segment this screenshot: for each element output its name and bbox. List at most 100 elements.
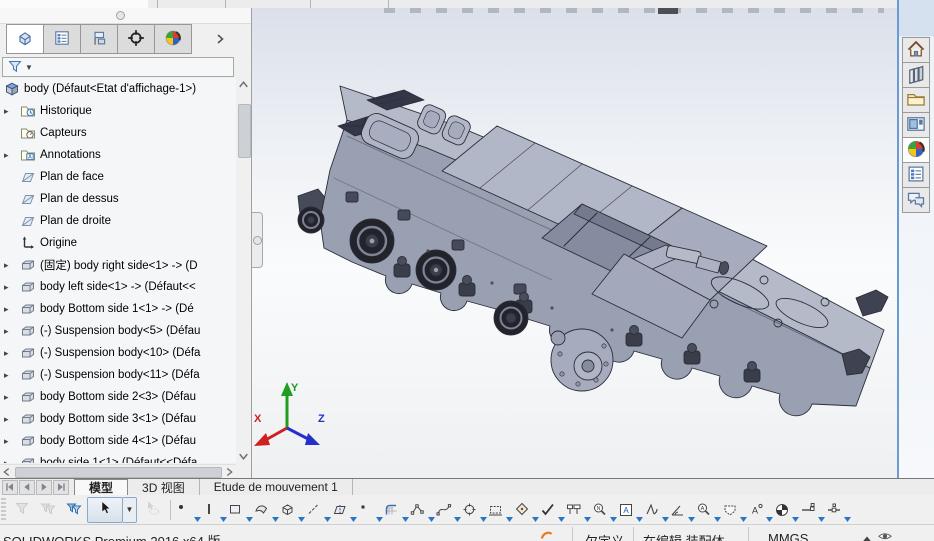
datum-target-button[interactable]: [722, 497, 748, 523]
expander-icon[interactable]: ▸: [4, 370, 14, 380]
lasso-select-button[interactable]: [139, 497, 165, 523]
tree-vertical-scrollbar[interactable]: [236, 78, 251, 463]
expander-icon[interactable]: ▸: [4, 326, 14, 336]
polyline-button[interactable]: [410, 497, 436, 523]
corner-rectangle-button[interactable]: [228, 497, 254, 523]
expander-icon[interactable]: ▸: [4, 392, 14, 402]
sketch-fillet-button[interactable]: [384, 497, 410, 523]
point-button[interactable]: [176, 497, 202, 523]
note-button[interactable]: A: [618, 497, 644, 523]
sketch-check-button[interactable]: [540, 497, 566, 523]
filter-faces-button[interactable]: [35, 497, 61, 523]
units-selector[interactable]: MMGS: [768, 531, 808, 541]
tree-item[interactable]: ▸ body left side<1> -> (Défaut<<: [0, 276, 236, 298]
expander-icon[interactable]: ▸: [4, 106, 14, 116]
tree-item[interactable]: ▸ body side 1<1> (Défaut<<Défa: [0, 452, 236, 463]
smart-dimension-button[interactable]: [514, 497, 540, 523]
tree-item[interactable]: Capteurs: [0, 122, 236, 144]
zoom-note-button[interactable]: N: [592, 497, 618, 523]
appearances[interactable]: [902, 137, 930, 163]
expander-icon[interactable]: ▸: [4, 414, 14, 424]
vscroll-thumb[interactable]: [238, 104, 251, 158]
tree-item[interactable]: ▸ A Annotations: [0, 144, 236, 166]
tree-item[interactable]: ▸ (固定) body right side<1> -> (D: [0, 254, 236, 276]
box-button[interactable]: [280, 497, 306, 523]
dimxpertmanager-tab[interactable]: [117, 24, 155, 54]
tank-assembly-model[interactable]: [252, 8, 897, 478]
scroll-right-button[interactable]: [222, 465, 236, 478]
angle-dimension-button[interactable]: [670, 497, 696, 523]
panel-splitter-tab[interactable]: [252, 212, 263, 268]
tab-model[interactable]: 模型: [74, 479, 129, 495]
expander-icon[interactable]: ▸: [4, 458, 14, 463]
freeform-surface-button[interactable]: [254, 497, 280, 523]
units-dropdown-icon[interactable]: [860, 533, 874, 541]
midpoint-handle-button[interactable]: [826, 497, 852, 523]
commandmanager-active-tab[interactable]: [0, 0, 148, 8]
toolbar-grip[interactable]: [1, 497, 6, 522]
splitter-grip-icon[interactable]: [253, 236, 262, 245]
expander-icon[interactable]: ▸: [4, 282, 14, 292]
propertymanager-tab[interactable]: [43, 24, 81, 54]
expander-icon[interactable]: ▸: [4, 150, 14, 160]
select-tool-dropdown[interactable]: ▼: [123, 496, 137, 523]
selection-filter-button[interactable]: [9, 497, 35, 523]
hscroll-thumb[interactable]: [15, 467, 222, 478]
tree-item[interactable]: ▸ (-) Suspension body<10> (Défa: [0, 342, 236, 364]
tree-item[interactable]: ▸ body Bottom side 4<1> (Défau: [0, 430, 236, 452]
tree-item[interactable]: Plan de face: [0, 166, 236, 188]
tree-horizontal-scrollbar[interactable]: [0, 464, 236, 478]
ordinate-dimension-button[interactable]: [566, 497, 592, 523]
endpoint-handle-button[interactable]: [800, 497, 826, 523]
displaymanager-tab[interactable]: [154, 24, 192, 54]
visibility-eye-icon[interactable]: [878, 531, 892, 541]
tree-item[interactable]: ▸ body Bottom side 3<1> (Défau: [0, 408, 236, 430]
commandmanager-tabs-cropped[interactable]: [0, 0, 934, 8]
tree-item[interactable]: ▸ Historique: [0, 100, 236, 122]
expander-icon[interactable]: ▸: [4, 304, 14, 314]
select-tool-button[interactable]: [87, 496, 123, 523]
solidworks-forum[interactable]: [902, 187, 930, 213]
view-palette[interactable]: [902, 112, 930, 138]
expander-icon[interactable]: ▸: [4, 348, 14, 358]
tab-nav-next-button[interactable]: [36, 479, 52, 495]
tree-item[interactable]: ▸ body Bottom side 1<1> -> (Dé: [0, 298, 236, 320]
center-of-mass-button[interactable]: [774, 497, 800, 523]
tree-item[interactable]: ▸ body Bottom side 2<3> (Défau: [0, 386, 236, 408]
linear-pattern-button[interactable]: [488, 497, 514, 523]
geometric-tolerance-button[interactable]: A: [748, 497, 774, 523]
spell-check-button[interactable]: A: [696, 497, 722, 523]
expander-icon[interactable]: ▸: [4, 260, 14, 270]
scroll-left-button[interactable]: [0, 465, 14, 478]
scroll-down-button[interactable]: [236, 449, 251, 463]
scroll-up-button[interactable]: [236, 78, 251, 92]
tab-nav-previous-button[interactable]: [19, 479, 35, 495]
custom-properties[interactable]: [902, 162, 930, 188]
featuremanager-tab[interactable]: [6, 24, 44, 54]
toggle-selection-filters-button[interactable]: [61, 497, 87, 523]
tree-item[interactable]: ▸ (-) Suspension body<5> (Défau: [0, 320, 236, 342]
tree-item[interactable]: Plan de droite: [0, 210, 236, 232]
tree-item[interactable]: Origine: [0, 232, 236, 254]
surface-finish-button[interactable]: [644, 497, 670, 523]
tab-3d-views[interactable]: 3D 视图: [128, 479, 200, 495]
filter-dropdown-arrow-icon[interactable]: ▼: [25, 63, 33, 72]
tree-item[interactable]: Plan de dessus: [0, 188, 236, 210]
tab-nav-last-button[interactable]: [53, 479, 69, 495]
centerline-button[interactable]: [306, 497, 332, 523]
expander-icon[interactable]: ▸: [4, 436, 14, 446]
task-pane-home[interactable]: [902, 37, 930, 63]
centerpoint-circle-button[interactable]: [462, 497, 488, 523]
tree-filter-button[interactable]: ▼: [2, 57, 234, 77]
panel-tabs-overflow-button[interactable]: [205, 24, 235, 54]
line-button[interactable]: [202, 497, 228, 523]
tree-item[interactable]: ▸ (-) Suspension body<11> (Défa: [0, 364, 236, 386]
design-library[interactable]: [902, 62, 930, 88]
file-explorer[interactable]: [902, 87, 930, 113]
splitter-grip-icon[interactable]: [116, 11, 125, 20]
tab-nav-first-button[interactable]: [2, 479, 18, 495]
tree-item-root[interactable]: body (Défaut<Etat d'affichage-1>): [0, 78, 236, 100]
configurationmanager-tab[interactable]: [80, 24, 118, 54]
spline-button[interactable]: [436, 497, 462, 523]
sketch-point-small-button[interactable]: [358, 497, 384, 523]
